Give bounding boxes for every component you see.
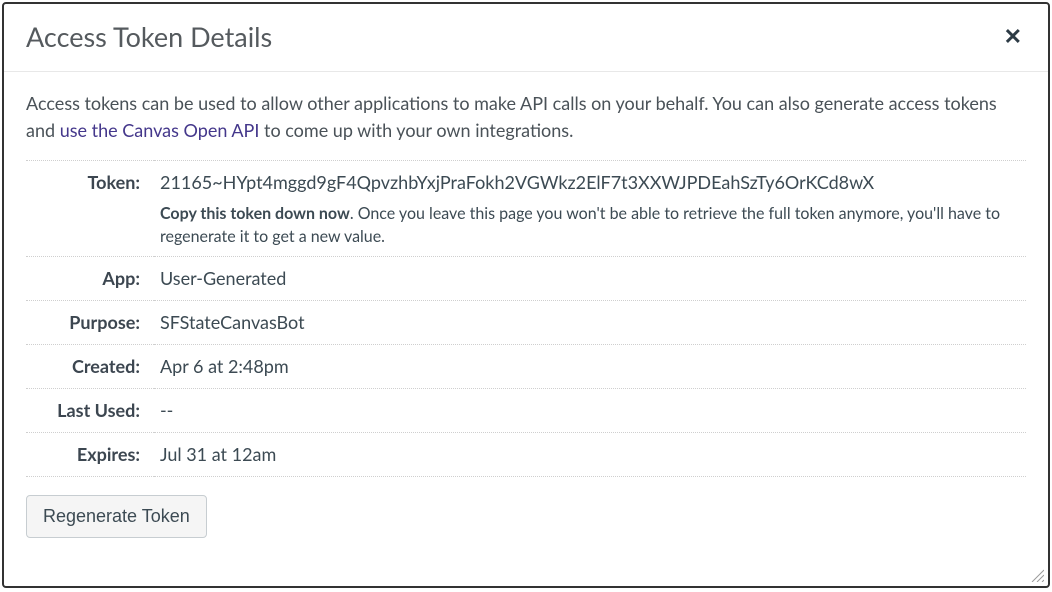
intro-text: Access tokens can be used to allow other… [26, 90, 1026, 144]
app-label: App: [26, 257, 154, 301]
details-table: Token: 21165~HYpt4mggd9gF4QpvzhbYxjPraFo… [26, 160, 1026, 477]
token-value: 21165~HYpt4mggd9gF4QpvzhbYxjPraFokh2VGWk… [160, 169, 1020, 196]
app-value: User-Generated [154, 257, 1026, 301]
open-api-link[interactable]: use the Canvas Open API [60, 119, 260, 141]
table-row-purpose: Purpose: SFStateCanvasBot [26, 301, 1026, 345]
modal-header: Access Token Details ✕ [4, 4, 1048, 72]
purpose-label: Purpose: [26, 301, 154, 345]
table-row-expires: Expires: Jul 31 at 12am [26, 433, 1026, 477]
regenerate-token-button[interactable]: Regenerate Token [26, 495, 207, 538]
resize-handle-icon[interactable] [1030, 568, 1046, 584]
created-value: Apr 6 at 2:48pm [154, 345, 1026, 389]
last-used-value: -- [154, 389, 1026, 433]
close-button[interactable]: ✕ [1000, 26, 1026, 48]
modal-body: Access tokens can be used to allow other… [4, 72, 1048, 586]
table-row-app: App: User-Generated [26, 257, 1026, 301]
token-note: Copy this token down now. Once you leave… [160, 202, 1020, 248]
table-row-token: Token: 21165~HYpt4mggd9gF4QpvzhbYxjPraFo… [26, 161, 1026, 257]
expires-label: Expires: [26, 433, 154, 477]
token-label: Token: [26, 161, 154, 257]
intro-after: to come up with your own integrations. [259, 119, 573, 141]
created-label: Created: [26, 345, 154, 389]
modal-title: Access Token Details [26, 20, 272, 53]
table-row-created: Created: Apr 6 at 2:48pm [26, 345, 1026, 389]
access-token-modal: Access Token Details ✕ Access tokens can… [2, 2, 1050, 588]
purpose-value: SFStateCanvasBot [154, 301, 1026, 345]
token-note-bold: Copy this token down now [160, 204, 350, 223]
token-cell: 21165~HYpt4mggd9gF4QpvzhbYxjPraFokh2VGWk… [154, 161, 1026, 257]
table-row-last-used: Last Used: -- [26, 389, 1026, 433]
last-used-label: Last Used: [26, 389, 154, 433]
close-icon: ✕ [1004, 24, 1022, 49]
expires-value: Jul 31 at 12am [154, 433, 1026, 477]
